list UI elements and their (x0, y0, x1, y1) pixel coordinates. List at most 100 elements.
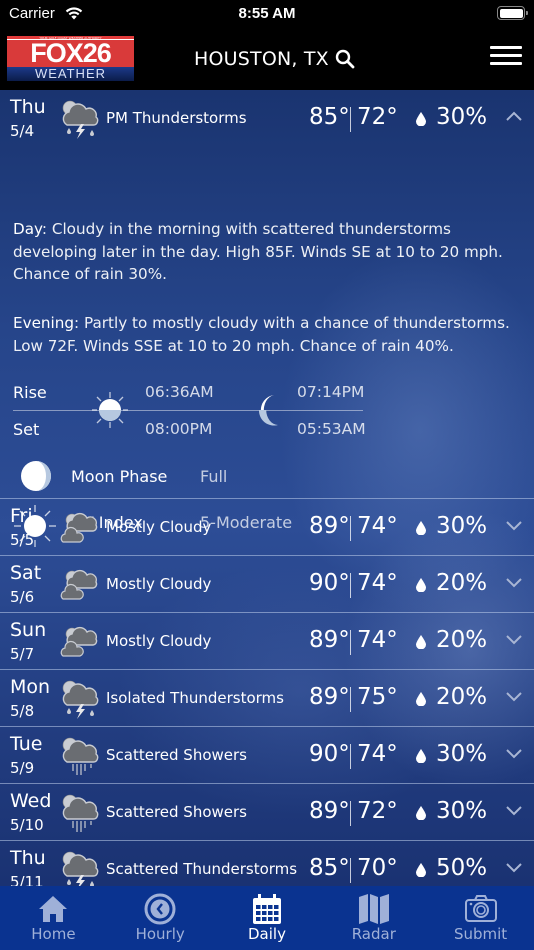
high-temp: 85° (309, 104, 350, 130)
raindrop-icon (416, 635, 426, 649)
tab-hourly[interactable]: Hourly (107, 886, 214, 950)
chevron-down-icon[interactable] (505, 633, 523, 645)
day-text: : Cloudy in the morning with scattered t… (13, 220, 503, 283)
day-label: Day (13, 220, 42, 238)
precip-chance: 30% (436, 513, 488, 539)
low-temp: 72° (357, 104, 398, 130)
fox26-weather-logo[interactable]: YOUR GULF COAST WEATHER AUTHORITY FOX26 … (7, 36, 134, 81)
forecast-row[interactable]: Tue 5/9 Scattered Showers 90° 74° 30% (0, 727, 534, 784)
chevron-down-icon[interactable] (505, 747, 523, 759)
tab-home[interactable]: Home (0, 886, 107, 950)
forecast-row-expanded[interactable]: Thu 5/4 PM Thunderstorms 85° 72° 30% (0, 90, 534, 147)
day-name: Tue (10, 733, 43, 755)
precip-chance: 30% (436, 741, 488, 767)
temp-divider (350, 630, 351, 655)
low-temp: 74° (357, 570, 398, 596)
showers-icon (62, 737, 99, 775)
temp-divider (350, 801, 351, 826)
rise-label: Rise (13, 383, 47, 402)
low-temp: 74° (357, 741, 398, 767)
day-date: 5/6 (10, 588, 35, 606)
sunrise-time: 06:36AM (145, 383, 214, 401)
status-time: 8:55 AM (238, 5, 296, 22)
moon-phase-icon (21, 461, 51, 491)
raindrop-icon (416, 863, 426, 877)
precip-chance: 50% (436, 855, 488, 881)
tab-daily[interactable]: Daily (214, 886, 321, 950)
raindrop-icon (416, 578, 426, 592)
low-temp: 74° (357, 513, 398, 539)
raindrop-icon (416, 112, 426, 126)
temp-divider (350, 687, 351, 712)
tab-label: Home (31, 925, 76, 943)
logo-sub: WEATHER (7, 67, 134, 81)
evening-label: Evening (13, 314, 75, 332)
location-search-button[interactable]: HOUSTON, TX (194, 48, 355, 70)
thunderstorm-icon (62, 100, 99, 139)
low-temp: 72° (357, 798, 398, 824)
forecast-row[interactable]: Sat 5/6 Mostly Cloudy 90° 74° 20% (0, 556, 534, 613)
condition-label: Mostly Cloudy (106, 632, 212, 650)
day-date: 5/7 (10, 645, 35, 663)
showers-icon (62, 794, 99, 832)
day-name: Fri (10, 505, 33, 527)
high-temp: 89° (309, 513, 350, 539)
day-name: Thu (10, 847, 46, 869)
condition-label: Mostly Cloudy (106, 518, 212, 536)
chevron-down-icon[interactable] (505, 861, 523, 873)
forecast-row[interactable]: Mon 5/8 Isolated Thunderstorms 89° 75° 20% (0, 670, 534, 727)
day-name: Sun (10, 619, 47, 641)
high-temp: 90° (309, 570, 350, 596)
chevron-down-icon[interactable] (505, 576, 523, 588)
day-date: 5/8 (10, 702, 35, 720)
moon-phase-value: Full (200, 467, 228, 486)
condition-label: Scattered Thunderstorms (106, 860, 298, 878)
daily-forecast-list[interactable]: Thu 5/4 PM Thunderstorms 85° 72° 30% Day… (0, 90, 534, 886)
chevron-up-icon[interactable] (505, 110, 523, 122)
tab-label: Daily (248, 925, 286, 943)
temp-divider (350, 744, 351, 769)
set-label: Set (13, 420, 40, 439)
low-temp: 75° (357, 684, 398, 710)
forecast-row[interactable]: Sun 5/7 Mostly Cloudy 89° 74° 20% (0, 613, 534, 670)
sunrise-sunset-icon (92, 392, 128, 428)
app-header: YOUR GULF COAST WEATHER AUTHORITY FOX26 … (0, 30, 534, 90)
raindrop-icon (416, 521, 426, 535)
day-date: 5/11 (10, 873, 44, 886)
day-name: Thu (10, 96, 46, 118)
forecast-row[interactable]: Thu 5/11 Scattered Thunderstorms 85° 70° 50% (0, 841, 534, 886)
thunderstorm-icon (62, 680, 99, 719)
temp-divider (350, 573, 351, 598)
chevron-down-icon[interactable] (505, 690, 523, 702)
day-description: Day: Cloudy in the morning with scattere… (13, 218, 513, 286)
chevron-down-icon[interactable] (505, 519, 523, 531)
clock-icon (144, 893, 176, 925)
raindrop-icon (416, 692, 426, 706)
day-date: 5/9 (10, 759, 35, 777)
horizon-line (13, 410, 363, 411)
precip-chance: 30% (436, 104, 488, 130)
map-icon (358, 894, 389, 924)
status-bar: Carrier 8:55 AM (0, 0, 534, 30)
chevron-down-icon[interactable] (505, 804, 523, 816)
sunset-time: 08:00PM (145, 420, 213, 438)
evening-description: Evening: Partly to mostly cloudy with a … (13, 312, 513, 357)
tab-label: Submit (453, 925, 508, 943)
calendar-icon (252, 894, 281, 924)
mostly-cloudy-icon (60, 512, 98, 543)
condition-label: PM Thunderstorms (106, 109, 247, 127)
high-temp: 89° (309, 684, 350, 710)
tab-submit[interactable]: Submit (427, 886, 534, 950)
high-temp: 85° (309, 855, 350, 881)
day-date: 5/10 (10, 816, 44, 834)
moonset-time: 05:53AM (297, 420, 366, 438)
hamburger-menu-icon[interactable] (490, 46, 522, 70)
forecast-row[interactable]: Wed 5/10 Scattered Showers 89° 72° 30% (0, 784, 534, 841)
high-temp: 89° (309, 627, 350, 653)
forecast-row[interactable]: Fri 5/5 Mostly Cloudy 89° 74° 30% (0, 499, 534, 556)
day-details-panel: Day: Cloudy in the morning with scattere… (0, 147, 534, 547)
tab-radar[interactable]: Radar (320, 886, 427, 950)
tab-label: Hourly (135, 925, 185, 943)
condition-label: Scattered Showers (106, 803, 247, 821)
low-temp: 74° (357, 627, 398, 653)
